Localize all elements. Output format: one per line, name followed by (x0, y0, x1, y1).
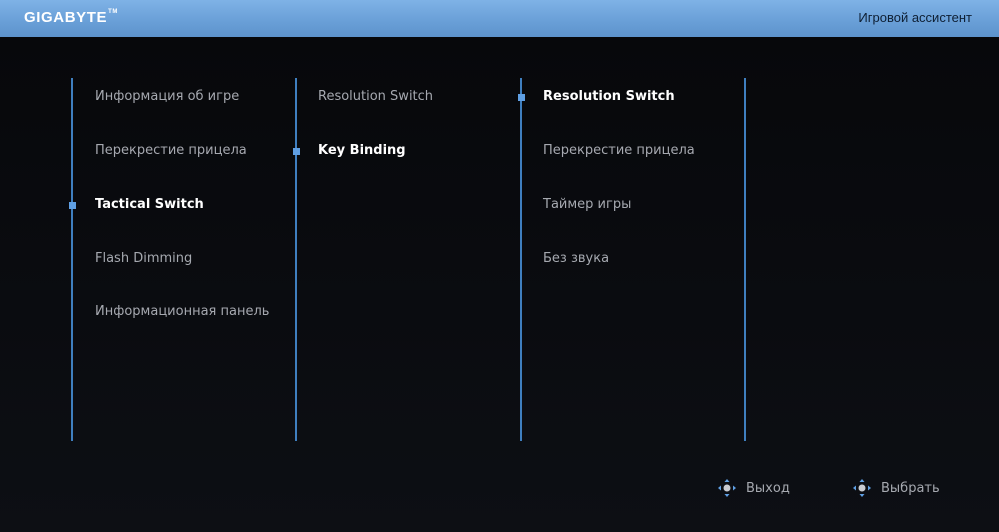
menu-item-resolution-switch[interactable]: Resolution Switch (318, 89, 433, 105)
column-divider-2 (295, 78, 297, 441)
joystick-nav-icon (853, 479, 871, 497)
menu-item-dashboard[interactable]: Информационная панель (95, 304, 269, 320)
exit-label: Выход (746, 480, 790, 496)
option-resolution-switch[interactable]: Resolution Switch (543, 89, 675, 105)
exit-hint[interactable]: Выход (716, 476, 790, 500)
osd-menu-panel (0, 37, 999, 532)
brand-trademark: TM (108, 9, 119, 15)
option-game-timer[interactable]: Таймер игры (543, 197, 631, 213)
column-divider-1 (71, 78, 73, 441)
brand-name: GIGABYTE (24, 9, 108, 26)
menu-item-game-info[interactable]: Информация об игре (95, 89, 239, 105)
brand-logo: GIGABYTETM (24, 9, 118, 26)
selection-marker-col3 (518, 94, 525, 101)
option-mute[interactable]: Без звука (543, 251, 609, 267)
column-divider-3 (520, 78, 522, 441)
option-crosshair[interactable]: Перекрестие прицела (543, 143, 695, 159)
header-bar: GIGABYTETM Игровой ассистент (0, 0, 999, 37)
menu-item-crosshair[interactable]: Перекрестие прицела (95, 143, 247, 159)
select-label: Выбрать (881, 480, 940, 496)
menu-item-tactical-switch[interactable]: Tactical Switch (95, 197, 204, 213)
selection-marker-col1 (69, 202, 76, 209)
menu-item-flash-dimming[interactable]: Flash Dimming (95, 251, 192, 267)
selection-marker-col2 (293, 148, 300, 155)
menu-item-key-binding[interactable]: Key Binding (318, 143, 406, 159)
joystick-nav-icon (718, 479, 736, 497)
page-title: Игровой ассистент (858, 10, 972, 25)
column-divider-4 (744, 78, 746, 441)
select-hint[interactable]: Выбрать (851, 476, 940, 500)
